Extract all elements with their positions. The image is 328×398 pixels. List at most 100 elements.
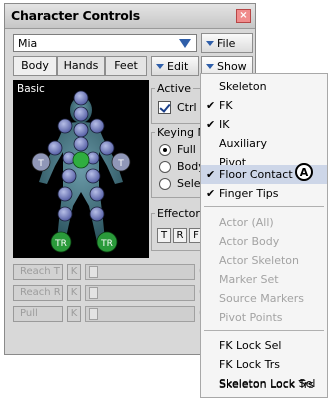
menu-item-marker-set: Marker Set bbox=[201, 270, 327, 289]
pull-key-button[interactable]: K bbox=[67, 306, 81, 322]
menu-item-label: FK Lock Trs bbox=[219, 358, 280, 371]
fk-joint-right-elbow bbox=[99, 140, 115, 156]
reach-t-button[interactable]: Reach T bbox=[13, 264, 63, 280]
file-menu-button[interactable]: File bbox=[201, 33, 253, 53]
character-select[interactable]: Mia bbox=[13, 34, 197, 52]
menu-item-ik[interactable]: ✔ IK bbox=[201, 115, 327, 134]
character-select-value: Mia bbox=[18, 37, 38, 50]
slider-handle[interactable] bbox=[89, 308, 98, 320]
edit-menu-button[interactable]: Edit bbox=[151, 56, 199, 76]
character-figure-panel[interactable]: Basic T T TR TR bbox=[13, 80, 149, 258]
menu-item-label: Skeleton Lock Trs bbox=[219, 378, 314, 391]
show-menu-popup: Skeleton ✔ FK ✔ IK Auxiliary Pivot ✔ Floor … bbox=[200, 73, 328, 398]
tab-feet[interactable]: Feet bbox=[105, 56, 147, 76]
menu-item-actor-skeleton: Actor Skeleton bbox=[201, 251, 327, 270]
keying-radio-selection-label: Sele bbox=[177, 177, 201, 190]
menu-item-fk-lock-trs[interactable]: FK Lock Trs bbox=[201, 355, 327, 374]
menu-item-fk-lock-sel[interactable]: FK Lock Sel bbox=[201, 336, 327, 355]
slider-handle[interactable] bbox=[89, 287, 98, 299]
menu-arrow-icon bbox=[206, 41, 214, 46]
file-menu-label: File bbox=[217, 37, 236, 50]
menu-separator bbox=[204, 330, 324, 331]
callout-badge: A bbox=[295, 163, 313, 181]
menu-item-auxiliary[interactable]: Auxiliary bbox=[201, 134, 327, 153]
menu-item-label: Actor (All) bbox=[219, 216, 274, 229]
fk-joint-right-knee bbox=[89, 206, 105, 222]
reach-r-button[interactable]: Reach R bbox=[13, 285, 63, 301]
pull-slider[interactable] bbox=[85, 306, 195, 322]
left-hand-effector-label: T bbox=[37, 159, 44, 169]
fk-joint-right-shoulder bbox=[89, 118, 105, 134]
character-figure: T T TR TR bbox=[31, 90, 131, 253]
menu-item-label: FK Lock Sel bbox=[219, 339, 282, 352]
fk-joint-left-hip bbox=[61, 168, 77, 184]
window-title: Character Controls bbox=[11, 8, 140, 23]
ctrl-checkbox-label: Ctrl bbox=[177, 101, 197, 114]
fk-joint-left-thigh bbox=[57, 186, 73, 202]
right-hand-effector-label: T bbox=[117, 159, 124, 169]
keying-radio-selection[interactable] bbox=[159, 178, 171, 190]
show-menu-label: Show bbox=[217, 60, 247, 73]
tab-body[interactable]: Body bbox=[13, 56, 57, 76]
effector-group-legend: Effector bbox=[157, 207, 200, 220]
chevron-down-icon bbox=[179, 39, 191, 48]
menu-item-label: Source Markers bbox=[219, 292, 305, 305]
title-bar[interactable]: Character Controls × bbox=[5, 4, 255, 29]
fk-joint-chest bbox=[73, 136, 89, 152]
menu-item-label: Skeleton bbox=[219, 80, 267, 93]
menu-item-skeleton-lock-trs[interactable]: Skeleton Lock Trs bbox=[201, 375, 327, 394]
keying-radio-body-part[interactable] bbox=[159, 161, 171, 173]
menu-item-pivot-points: Pivot Points bbox=[201, 308, 327, 327]
fk-joint-right-thigh bbox=[89, 186, 105, 202]
menu-item-label: Actor Body bbox=[219, 235, 280, 248]
menu-item-label: Auxiliary bbox=[219, 137, 267, 150]
menu-item-finger-tips[interactable]: ✔ Finger Tips bbox=[201, 184, 327, 203]
check-icon: ✔ bbox=[206, 187, 216, 200]
hips-effector[interactable] bbox=[72, 151, 90, 169]
check-icon: ✔ bbox=[206, 168, 216, 181]
tab-hands[interactable]: Hands bbox=[57, 56, 105, 76]
pull-button[interactable]: Pull bbox=[13, 306, 63, 322]
menu-arrow-icon bbox=[156, 64, 164, 69]
menu-separator bbox=[204, 206, 324, 207]
menu-item-label: Actor Skeleton bbox=[219, 254, 300, 267]
reach-t-key-button[interactable]: K bbox=[67, 264, 81, 280]
fk-joint-head-top bbox=[73, 90, 89, 106]
close-icon[interactable]: × bbox=[236, 9, 251, 23]
menu-item-fk[interactable]: ✔ FK bbox=[201, 96, 327, 115]
left-foot-effector-label: TR bbox=[54, 239, 67, 249]
right-foot-effector-label: TR bbox=[100, 239, 113, 249]
tab-body-label: Body bbox=[21, 59, 49, 72]
tab-hands-label: Hands bbox=[63, 59, 99, 72]
menu-arrow-icon bbox=[206, 64, 214, 69]
menu-item-label: Finger Tips bbox=[219, 187, 279, 200]
keying-radio-full-body[interactable] bbox=[159, 144, 171, 156]
effector-r-button[interactable]: R bbox=[173, 228, 187, 243]
menu-item-skeleton[interactable]: Skeleton bbox=[201, 77, 327, 96]
menu-item-label: IK bbox=[219, 118, 230, 131]
fk-joint-left-elbow bbox=[47, 140, 63, 156]
menu-item-actor-all: Actor (All) bbox=[201, 213, 327, 232]
check-icon: ✔ bbox=[206, 118, 216, 131]
fk-joint-neck bbox=[73, 122, 89, 138]
slider-handle[interactable] bbox=[89, 266, 98, 278]
active-group-legend: Active bbox=[157, 82, 192, 95]
fk-joint-head bbox=[73, 106, 89, 122]
reach-r-key-button[interactable]: K bbox=[67, 285, 81, 301]
ctrl-checkbox[interactable] bbox=[158, 101, 171, 114]
tab-feet-label: Feet bbox=[114, 59, 138, 72]
figure-view-label: Basic bbox=[17, 83, 45, 95]
fk-joint-right-hip bbox=[85, 168, 101, 184]
edit-menu-label: Edit bbox=[167, 60, 189, 73]
fk-joint-left-knee bbox=[57, 206, 73, 222]
menu-item-label: Marker Set bbox=[219, 273, 279, 286]
check-icon: ✔ bbox=[206, 99, 216, 112]
menu-item-actor-body: Actor Body bbox=[201, 232, 327, 251]
menu-item-source-markers: Source Markers bbox=[201, 289, 327, 308]
menu-item-label: Floor Contact bbox=[219, 168, 293, 181]
menu-item-label: Pivot Points bbox=[219, 311, 283, 324]
effector-t-button[interactable]: T bbox=[157, 228, 171, 243]
reach-t-slider[interactable] bbox=[85, 264, 195, 280]
menu-item-label: FK bbox=[219, 99, 233, 112]
reach-r-slider[interactable] bbox=[85, 285, 195, 301]
